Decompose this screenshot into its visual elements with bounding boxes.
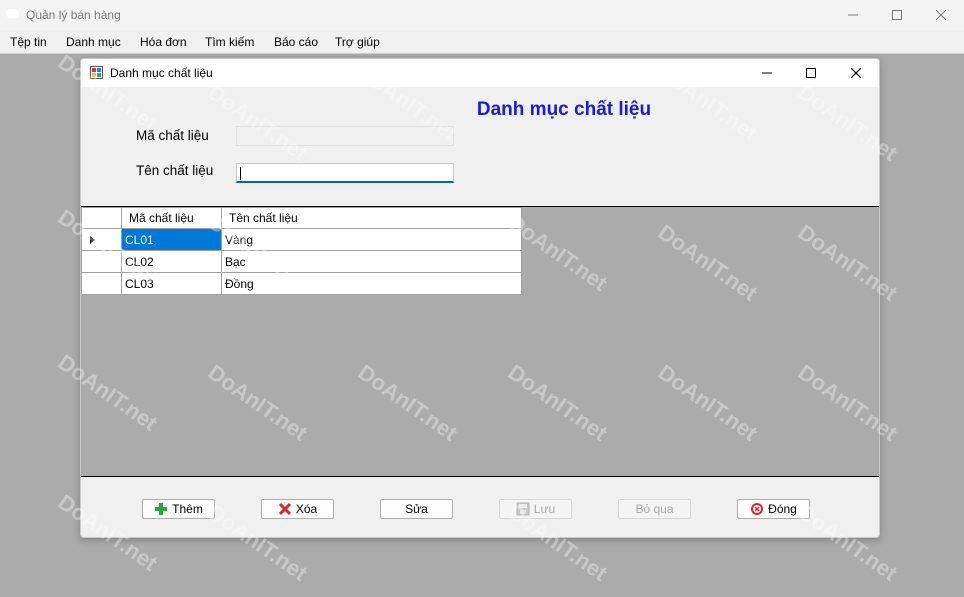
save-button-label: Lưu <box>533 502 556 516</box>
material-grid: Mã chất liệu Tên chất liệu CL01 Vàng CL0… <box>81 206 879 477</box>
close-window-button[interactable] <box>918 0 964 30</box>
delete-x-icon <box>278 502 291 516</box>
name-label: Tên chất liệu <box>136 163 214 178</box>
close-icon <box>936 10 946 20</box>
dialog-titlebar[interactable]: Danh mục chất liệu <box>81 59 879 87</box>
material-catalog-dialog: Danh mục chất liệu Danh mục chất liệu Mã… <box>80 58 880 538</box>
close-button-label: Đóng <box>768 502 797 516</box>
cloud-icon <box>6 9 19 18</box>
skip-button-label: Bỏ qua <box>635 502 674 516</box>
app-titlebar[interactable]: Quản lý bán hàng <box>0 0 964 30</box>
grid-table: Mã chất liệu Tên chất liệu CL01 Vàng CL0… <box>81 207 522 295</box>
dialog-title: Danh mục chất liệu <box>110 66 213 80</box>
row-header[interactable] <box>81 272 122 295</box>
edit-button[interactable]: Sửa <box>380 499 453 519</box>
minimize-icon <box>762 72 772 74</box>
cell-name[interactable]: Bạc <box>221 250 522 273</box>
delete-button[interactable]: Xóa <box>261 499 334 519</box>
form-heading: Danh mục chất liệu <box>476 99 652 120</box>
grid-header-row: Mã chất liệu Tên chất liệu <box>81 207 522 229</box>
minimize-button[interactable] <box>830 0 876 30</box>
menu-catalog[interactable]: Danh mục <box>66 35 121 49</box>
app-title: Quản lý bán hàng <box>26 8 121 22</box>
skip-button[interactable]: Bỏ qua <box>618 499 691 519</box>
add-button-label: Thêm <box>172 502 203 516</box>
menu-bar: Tệp tin Danh mục Hóa đơn Tìm kiếm Báo cá… <box>0 30 964 54</box>
table-row[interactable]: CL02 Bạc <box>81 250 522 273</box>
dialog-maximize-button[interactable] <box>788 59 834 87</box>
dialog-minimize-button[interactable] <box>744 59 790 87</box>
table-row[interactable]: CL03 Đồng <box>81 272 522 295</box>
plus-icon <box>155 503 168 515</box>
floppy-disk-icon <box>516 502 530 516</box>
minimize-icon <box>848 14 858 16</box>
current-row-arrow-icon <box>90 236 95 244</box>
cell-name[interactable]: Vàng <box>221 228 522 251</box>
grid-corner-header[interactable] <box>81 207 122 229</box>
cell-name[interactable]: Đồng <box>221 272 522 295</box>
maximize-icon <box>892 10 902 20</box>
name-input[interactable] <box>236 163 454 183</box>
cell-code[interactable]: CL01 <box>121 228 222 251</box>
maximize-button[interactable] <box>874 0 920 30</box>
save-button[interactable]: Lưu <box>499 499 572 519</box>
close-circle-icon <box>751 503 764 515</box>
form-icon <box>90 66 103 79</box>
menu-file[interactable]: Tệp tin <box>10 35 47 49</box>
menu-search[interactable]: Tìm kiếm <box>205 35 254 49</box>
menu-report[interactable]: Báo cáo <box>274 35 318 49</box>
menu-invoice[interactable]: Hóa đơn <box>140 35 187 49</box>
code-input[interactable] <box>236 126 454 146</box>
dialog-close-button[interactable] <box>833 59 879 87</box>
edit-button-label: Sửa <box>405 502 428 516</box>
code-label: Mã chất liệu <box>136 128 209 143</box>
close-icon <box>851 68 861 78</box>
column-header-name[interactable]: Tên chất liệu <box>221 207 522 229</box>
text-caret <box>240 167 241 180</box>
maximize-icon <box>806 68 816 78</box>
row-header[interactable] <box>81 250 122 273</box>
cell-code[interactable]: CL02 <box>121 250 222 273</box>
cell-code[interactable]: CL03 <box>121 272 222 295</box>
delete-button-label: Xóa <box>295 502 318 516</box>
add-button[interactable]: Thêm <box>142 499 215 519</box>
column-header-code[interactable]: Mã chất liệu <box>121 207 222 229</box>
menu-help[interactable]: Trợ giúp <box>335 35 380 49</box>
table-row[interactable]: CL01 Vàng <box>81 228 522 251</box>
close-button[interactable]: Đóng <box>737 499 810 519</box>
main-window: Quản lý bán hàng Tệp tin Danh mục Hóa đơ… <box>0 0 964 597</box>
row-header-current[interactable] <box>81 228 122 251</box>
